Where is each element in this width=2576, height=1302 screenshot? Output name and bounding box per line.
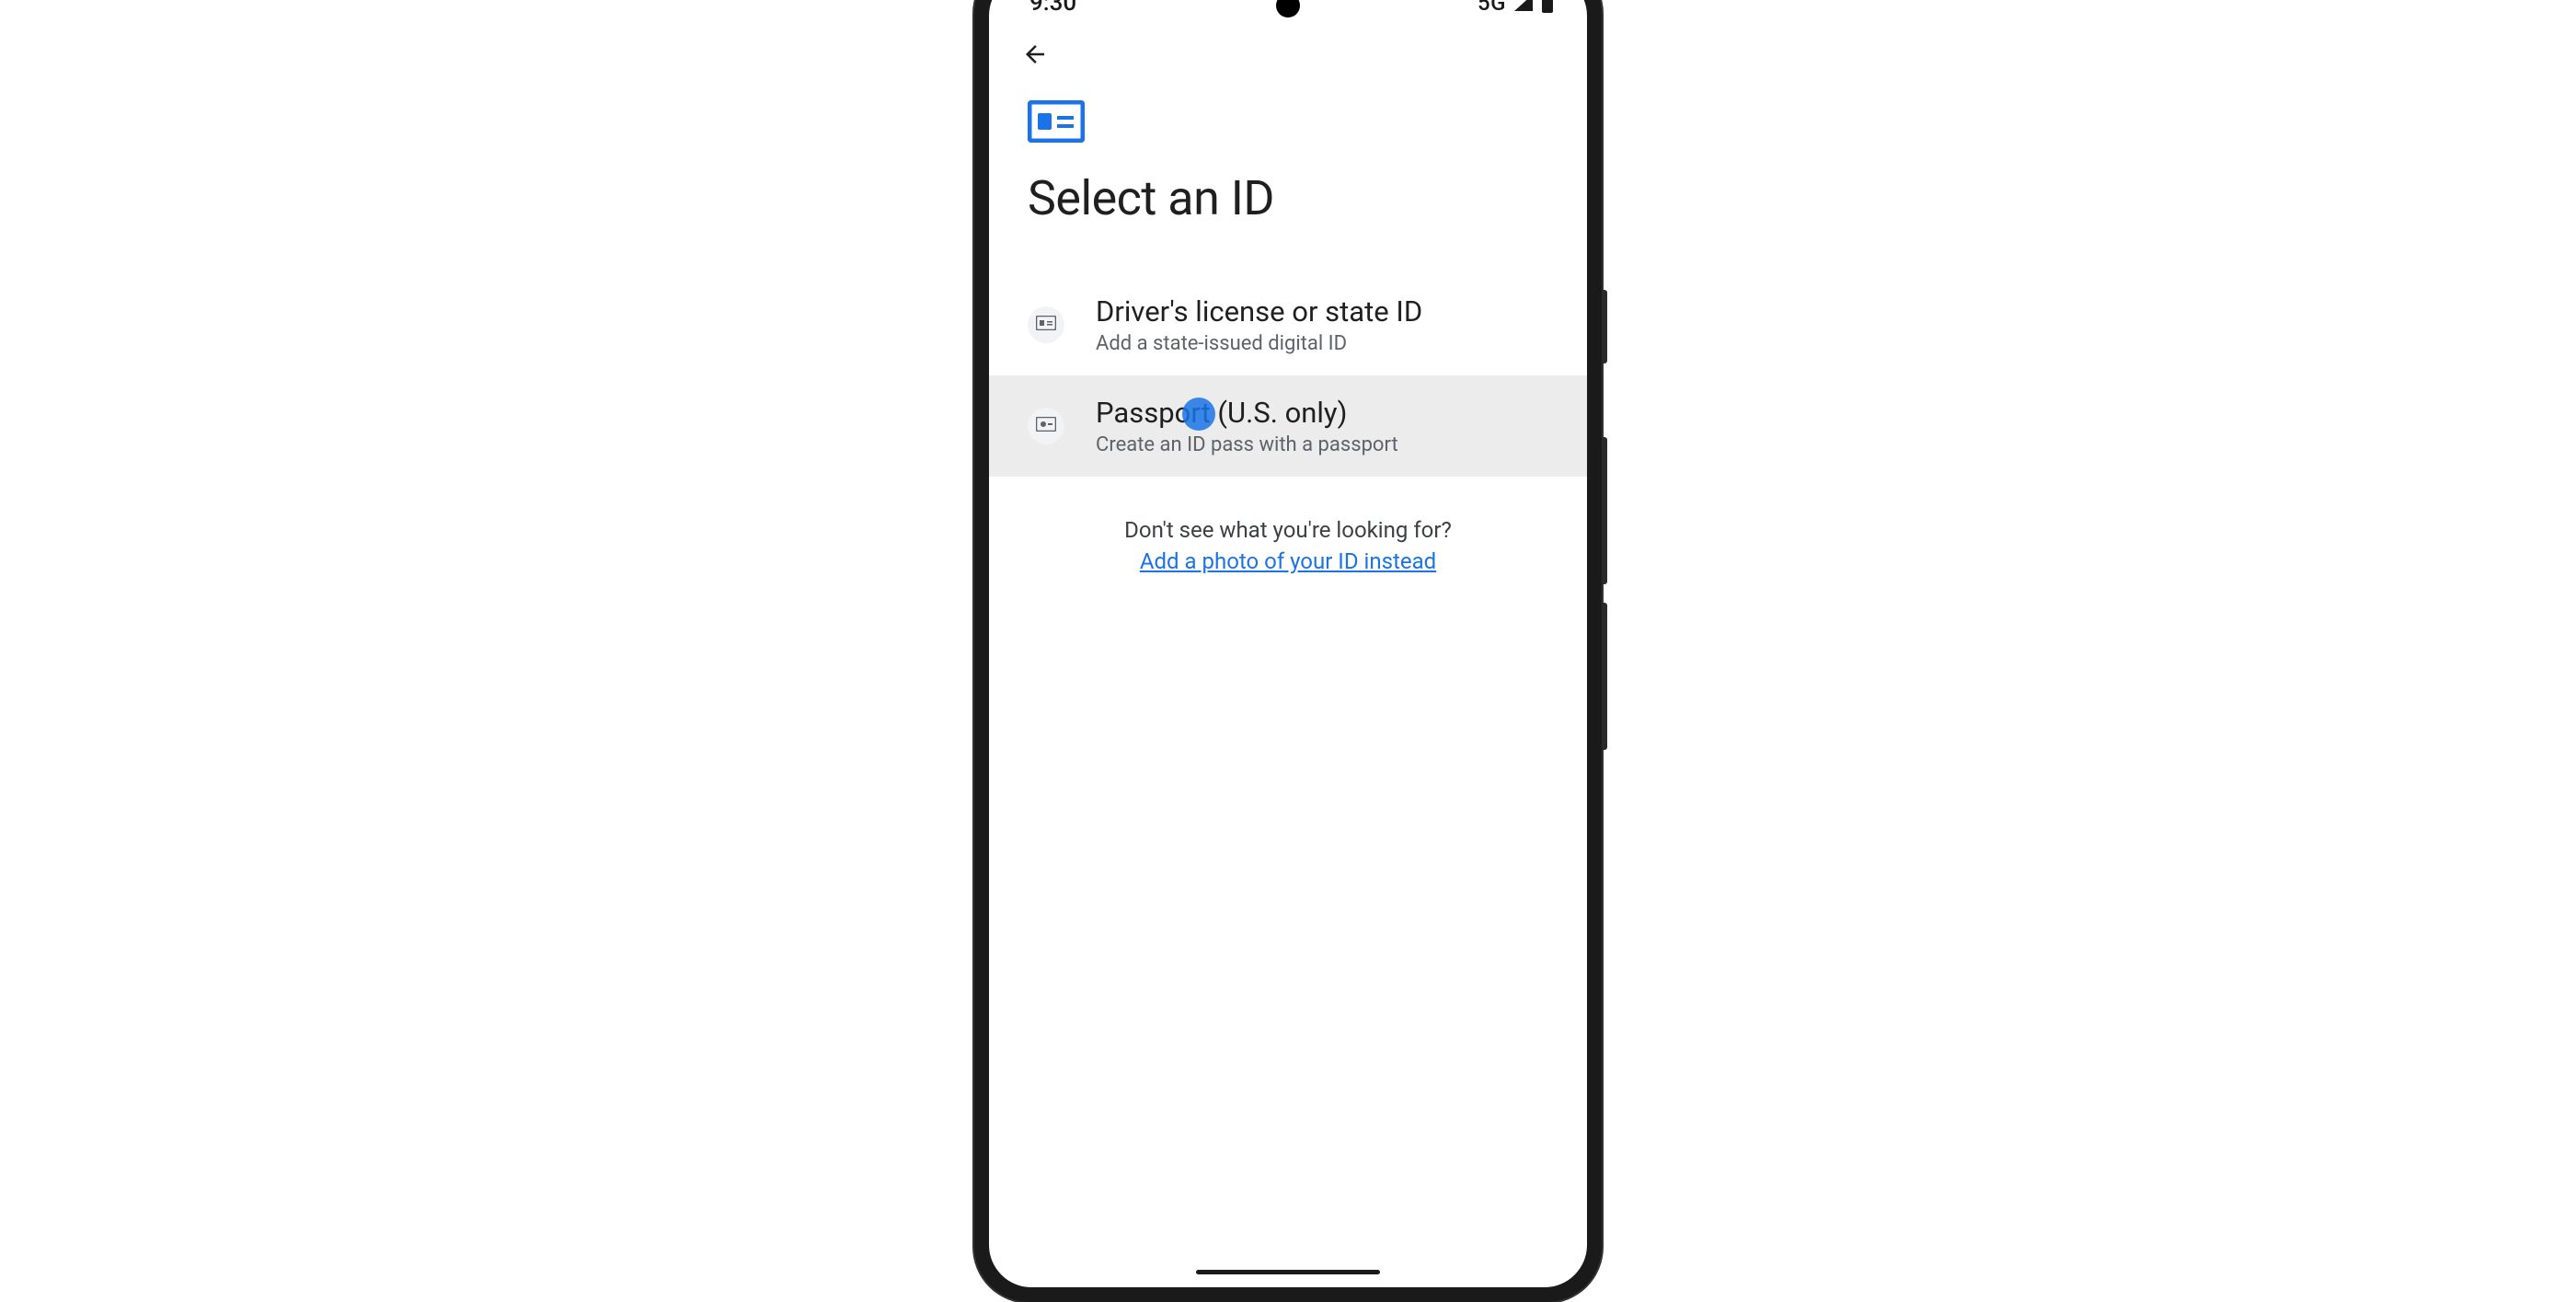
phone-side-button bbox=[1602, 437, 1607, 584]
id-card-header-icon bbox=[1028, 100, 1548, 146]
screen: 9:30 5G bbox=[989, 0, 1587, 1287]
option-icon-wrap bbox=[1028, 306, 1064, 343]
battery-icon bbox=[1541, 0, 1554, 13]
content: Select an ID bbox=[989, 80, 1587, 574]
phone-frame: 9:30 5G bbox=[974, 0, 1602, 1302]
arrow-back-icon bbox=[1021, 40, 1049, 72]
nav-bar bbox=[989, 32, 1587, 80]
status-time: 9:30 bbox=[1029, 0, 1076, 17]
footer-question: Don't see what you're looking for? bbox=[1046, 517, 1530, 543]
option-text: Passport (U.S. only) Create an ID pass w… bbox=[1096, 396, 1548, 456]
phone-side-button bbox=[1602, 603, 1607, 750]
footer: Don't see what you're looking for? Add a… bbox=[1028, 517, 1548, 574]
option-title: Driver's license or state ID bbox=[1096, 294, 1548, 328]
option-icon-wrap bbox=[1028, 408, 1064, 444]
option-drivers-license[interactable]: Driver's license or state ID Add a state… bbox=[989, 274, 1587, 375]
add-photo-link[interactable]: Add a photo of your ID instead bbox=[1140, 548, 1436, 574]
option-subtitle: Create an ID pass with a passport bbox=[1096, 433, 1548, 456]
signal-icon bbox=[1513, 0, 1534, 12]
id-card-icon bbox=[1036, 316, 1056, 334]
option-title: Passport (U.S. only) bbox=[1096, 396, 1548, 430]
options-list: Driver's license or state ID Add a state… bbox=[989, 274, 1587, 477]
page-title: Select an ID bbox=[1028, 170, 1548, 226]
passport-icon bbox=[1036, 417, 1056, 435]
network-label: 5G bbox=[1478, 0, 1506, 16]
status-right: 5G bbox=[1478, 0, 1554, 16]
back-button[interactable] bbox=[1015, 36, 1055, 76]
option-subtitle: Add a state-issued digital ID bbox=[1096, 332, 1548, 355]
option-text: Driver's license or state ID Add a state… bbox=[1096, 294, 1548, 355]
option-passport[interactable]: Passport (U.S. only) Create an ID pass w… bbox=[989, 375, 1587, 477]
gesture-bar[interactable] bbox=[1196, 1270, 1380, 1274]
phone-side-button bbox=[1602, 290, 1607, 363]
touch-indicator bbox=[1182, 398, 1215, 431]
